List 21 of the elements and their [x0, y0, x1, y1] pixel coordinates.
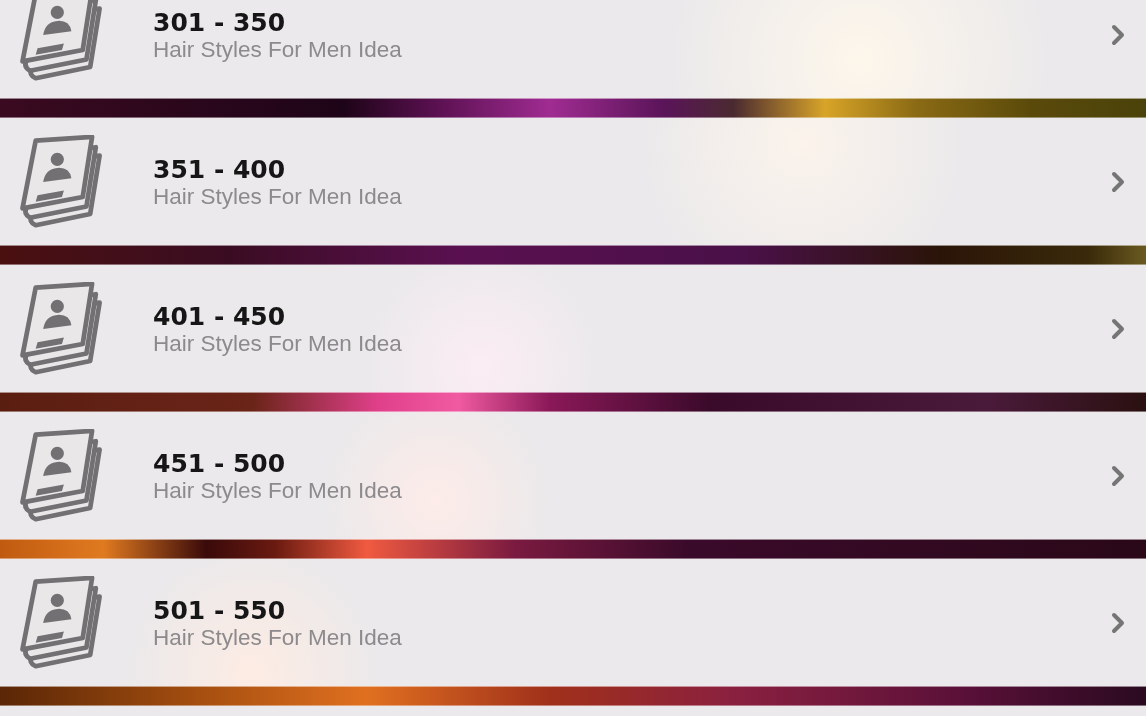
item-subtitle: Hair Styles For Men Idea: [153, 183, 402, 209]
item-subtitle: Hair Styles For Men Idea: [153, 36, 402, 62]
chevron-right-icon: [1111, 23, 1125, 46]
chevron-right-icon: [1111, 464, 1125, 487]
list-row[interactable]: 451 - 500 Hair Styles For Men Idea: [0, 412, 1146, 539]
chevron-right-icon: [1111, 170, 1125, 193]
list-row[interactable]: [0, 706, 1146, 716]
item-title: 401 - 450: [153, 301, 286, 331]
list-row[interactable]: 401 - 450 Hair Styles For Men Idea: [0, 265, 1146, 392]
chevron-right-icon: [1111, 317, 1125, 340]
chevron-right-icon: [1111, 611, 1125, 634]
list-row[interactable]: 301 - 350 Hair Styles For Men Idea: [0, 0, 1146, 98]
item-title: 351 - 400: [153, 154, 286, 184]
item-subtitle: Hair Styles For Men Idea: [153, 624, 402, 650]
item-title: 301 - 350: [153, 7, 286, 37]
item-title: 501 - 550: [153, 595, 286, 625]
item-title: 451 - 500: [153, 448, 286, 478]
list-row[interactable]: 501 - 550 Hair Styles For Men Idea: [0, 559, 1146, 686]
item-subtitle: Hair Styles For Men Idea: [153, 477, 402, 503]
item-subtitle: Hair Styles For Men Idea: [153, 330, 402, 356]
list-row[interactable]: 351 - 400 Hair Styles For Men Idea: [0, 118, 1146, 245]
